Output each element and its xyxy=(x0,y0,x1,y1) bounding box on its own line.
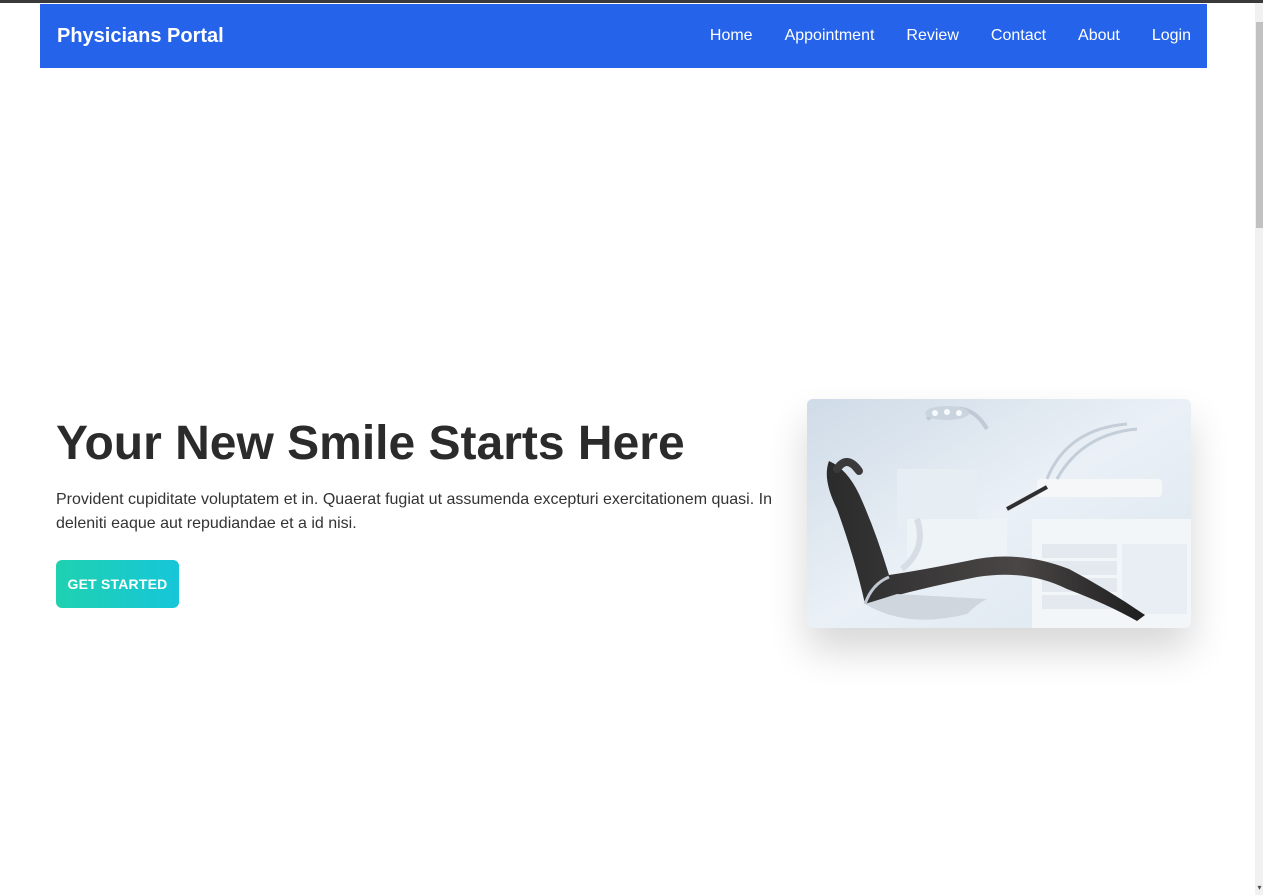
get-started-button[interactable]: GET STARTED xyxy=(56,560,179,608)
hero-section: Your New Smile Starts Here Provident cup… xyxy=(56,414,786,608)
page-scrollbar-thumb[interactable] xyxy=(1256,22,1263,228)
nav-links: Home Appointment Review Contact About Lo… xyxy=(710,27,1191,45)
nav-link-login[interactable]: Login xyxy=(1152,27,1191,45)
brand-logo-link[interactable]: Physicians Portal xyxy=(57,25,224,48)
hero-description: Provident cupiditate voluptatem et in. Q… xyxy=(56,491,772,532)
nav-link-home[interactable]: Home xyxy=(710,27,753,45)
nav-link-about[interactable]: About xyxy=(1078,27,1120,45)
nav-link-review[interactable]: Review xyxy=(906,27,958,45)
dental-chair-image xyxy=(807,399,1191,628)
scroll-down-arrow-icon[interactable]: ▾ xyxy=(1256,884,1263,892)
hero-title: Your New Smile Starts Here xyxy=(56,417,685,470)
nav-link-contact[interactable]: Contact xyxy=(991,27,1046,45)
window-top-border xyxy=(0,0,1263,3)
top-navbar: Physicians Portal Home Appointment Revie… xyxy=(40,4,1207,68)
nav-link-appointment[interactable]: Appointment xyxy=(785,27,875,45)
